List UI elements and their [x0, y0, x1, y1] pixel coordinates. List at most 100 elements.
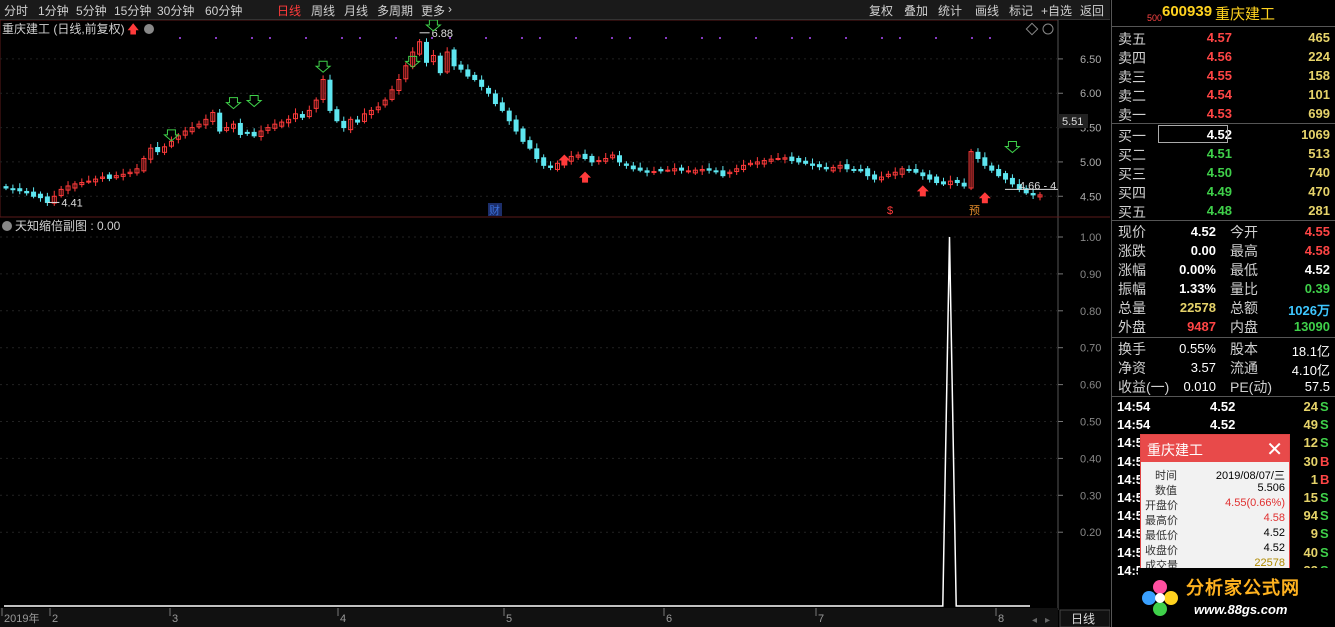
stat2-label: 净资	[1118, 360, 1146, 376]
toolbar-action-3[interactable]: 画线	[975, 2, 999, 19]
stat-value: 4.55	[1304, 224, 1330, 239]
candle-body	[458, 64, 464, 70]
ask-volume: 224	[1308, 49, 1330, 64]
bid-volume: 513	[1308, 146, 1330, 161]
candle-body	[996, 168, 1002, 177]
toolbar-action-6[interactable]: 返回	[1080, 2, 1104, 19]
period-tab-1[interactable]: 1分钟	[38, 2, 69, 19]
stat2-label: 流通	[1230, 360, 1258, 376]
event-label-0[interactable]: 财	[489, 203, 500, 217]
signal-dot	[179, 37, 181, 39]
stat-value: 9487	[1187, 319, 1216, 334]
scroll-left-icon[interactable]: ◂	[1032, 615, 1037, 626]
stat-label: 涨幅	[1118, 262, 1146, 278]
period-tab-7[interactable]: 周线	[311, 2, 335, 19]
stat-label: 今开	[1230, 224, 1258, 240]
chevron-right-icon[interactable]: ›	[448, 2, 452, 16]
candle-body	[472, 74, 478, 81]
toolbar-action-5[interactable]: +自选	[1041, 2, 1072, 19]
candle-body	[816, 164, 822, 168]
period-tab-5[interactable]: 60分钟	[205, 2, 242, 19]
bid-row-4[interactable]: 买五 4.48 281	[1112, 201, 1335, 220]
stock-code: 600939	[1162, 3, 1213, 20]
period-label[interactable]: 日线	[1071, 612, 1095, 626]
x-axis-label: 3	[172, 613, 178, 625]
candle-body	[685, 170, 691, 173]
x-axis-bar	[0, 608, 1058, 627]
stat-label: 外盘	[1118, 319, 1146, 335]
settings-icon[interactable]	[1042, 23, 1054, 35]
x-axis-label: 2	[52, 613, 58, 625]
candle-body	[961, 182, 967, 187]
candle-body	[679, 167, 685, 171]
bid-row-1[interactable]: 买二 4.51 513	[1112, 144, 1335, 163]
period-tab-2[interactable]: 5分钟	[76, 2, 107, 19]
candle-body	[872, 174, 878, 180]
diamond-icon[interactable]	[1025, 22, 1039, 36]
period-tab-10[interactable]: 更多	[421, 2, 445, 19]
candle-body	[548, 165, 554, 168]
tick-row-0[interactable]: 14:54 4.52 24 S	[1112, 398, 1335, 416]
candle-body	[334, 109, 340, 122]
popup-row-2: 开盘价 4.55(0.66%)	[1141, 497, 1289, 512]
popup-row-value: 4.55(0.66%)	[1225, 497, 1285, 509]
bid-label: 买二	[1118, 147, 1146, 163]
stat-label: 内盘	[1230, 319, 1258, 335]
candle-body	[1030, 193, 1036, 196]
x-axis-label: 7	[818, 613, 824, 625]
period-tab-8[interactable]: 月线	[344, 2, 368, 19]
ask-row-2[interactable]: 卖三 4.55 158	[1112, 66, 1335, 85]
stat-label: 最低	[1230, 262, 1258, 278]
ask-row-0[interactable]: 卖五 4.57 465	[1112, 28, 1335, 47]
period-tab-3[interactable]: 15分钟	[114, 2, 151, 19]
tick-row-1[interactable]: 14:54 4.52 49 S	[1112, 416, 1335, 434]
candle-body	[1009, 177, 1015, 185]
bid-row-3[interactable]: 买四 4.49 470	[1112, 182, 1335, 201]
bid-label: 买一	[1118, 128, 1146, 144]
candle-body	[596, 160, 602, 163]
candle-body	[541, 157, 547, 166]
candle-body	[534, 148, 540, 159]
period-tab-9[interactable]: 多周期	[377, 2, 413, 19]
ask-row-3[interactable]: 卖二 4.54 101	[1112, 85, 1335, 104]
period-tab-6[interactable]: 日线	[277, 2, 301, 19]
tick-time: 14:54	[1117, 417, 1151, 433]
ask-row-1[interactable]: 卖四 4.56 224	[1112, 47, 1335, 66]
bid-price: 4.49	[1206, 184, 1232, 199]
candle-body	[355, 119, 361, 123]
sub-chart-title: 天知缩倍副图 : 0.00	[15, 218, 121, 233]
candle-body	[217, 112, 223, 132]
candle-body	[44, 196, 50, 203]
period-tab-0[interactable]: 分时	[4, 2, 28, 19]
candle-body	[637, 167, 643, 171]
period-tab-4[interactable]: 30分钟	[157, 2, 194, 19]
low-label: 4.41	[61, 197, 82, 209]
toolbar-action-2[interactable]: 统计	[938, 2, 962, 19]
chevron-down-icon[interactable]	[2, 221, 12, 231]
tick-time: 14:54	[1117, 399, 1151, 414]
candle-body	[486, 87, 492, 94]
ask-row-4[interactable]: 卖一 4.53 699	[1112, 104, 1335, 123]
bid-row-2[interactable]: 买三 4.50 740	[1112, 163, 1335, 182]
signal-dot	[539, 37, 541, 39]
ask-label: 卖三	[1118, 69, 1146, 85]
sell-arrow-icon	[314, 60, 332, 73]
toolbar-action-1[interactable]: 叠加	[904, 2, 928, 19]
close-icon[interactable]: ✕	[1266, 437, 1283, 462]
tick-side: S	[1320, 544, 1329, 560]
toolbar-action-4[interactable]: 标记	[1009, 2, 1033, 19]
event-label-1[interactable]: $	[887, 205, 893, 217]
popup-row-value: 4.58	[1263, 512, 1285, 524]
popup-row-label: 最低价	[1145, 530, 1178, 542]
scroll-right-icon[interactable]: ▸	[1045, 615, 1050, 626]
stat2-value: 0.010	[1183, 379, 1216, 394]
signal-dot	[809, 37, 811, 39]
toolbar-action-0[interactable]: 复权	[869, 2, 893, 19]
candle-body	[106, 174, 112, 179]
chart-canvas[interactable]: 重庆建工 (日线,前复权) 🡅6.506.005.505.004.505.516.…	[0, 19, 1111, 627]
event-label-2[interactable]: 预	[969, 204, 980, 217]
bid-volume: 740	[1308, 165, 1330, 180]
popup-row-value: 4.52	[1263, 527, 1285, 539]
candle-body	[17, 188, 23, 192]
candle-body	[299, 114, 305, 118]
